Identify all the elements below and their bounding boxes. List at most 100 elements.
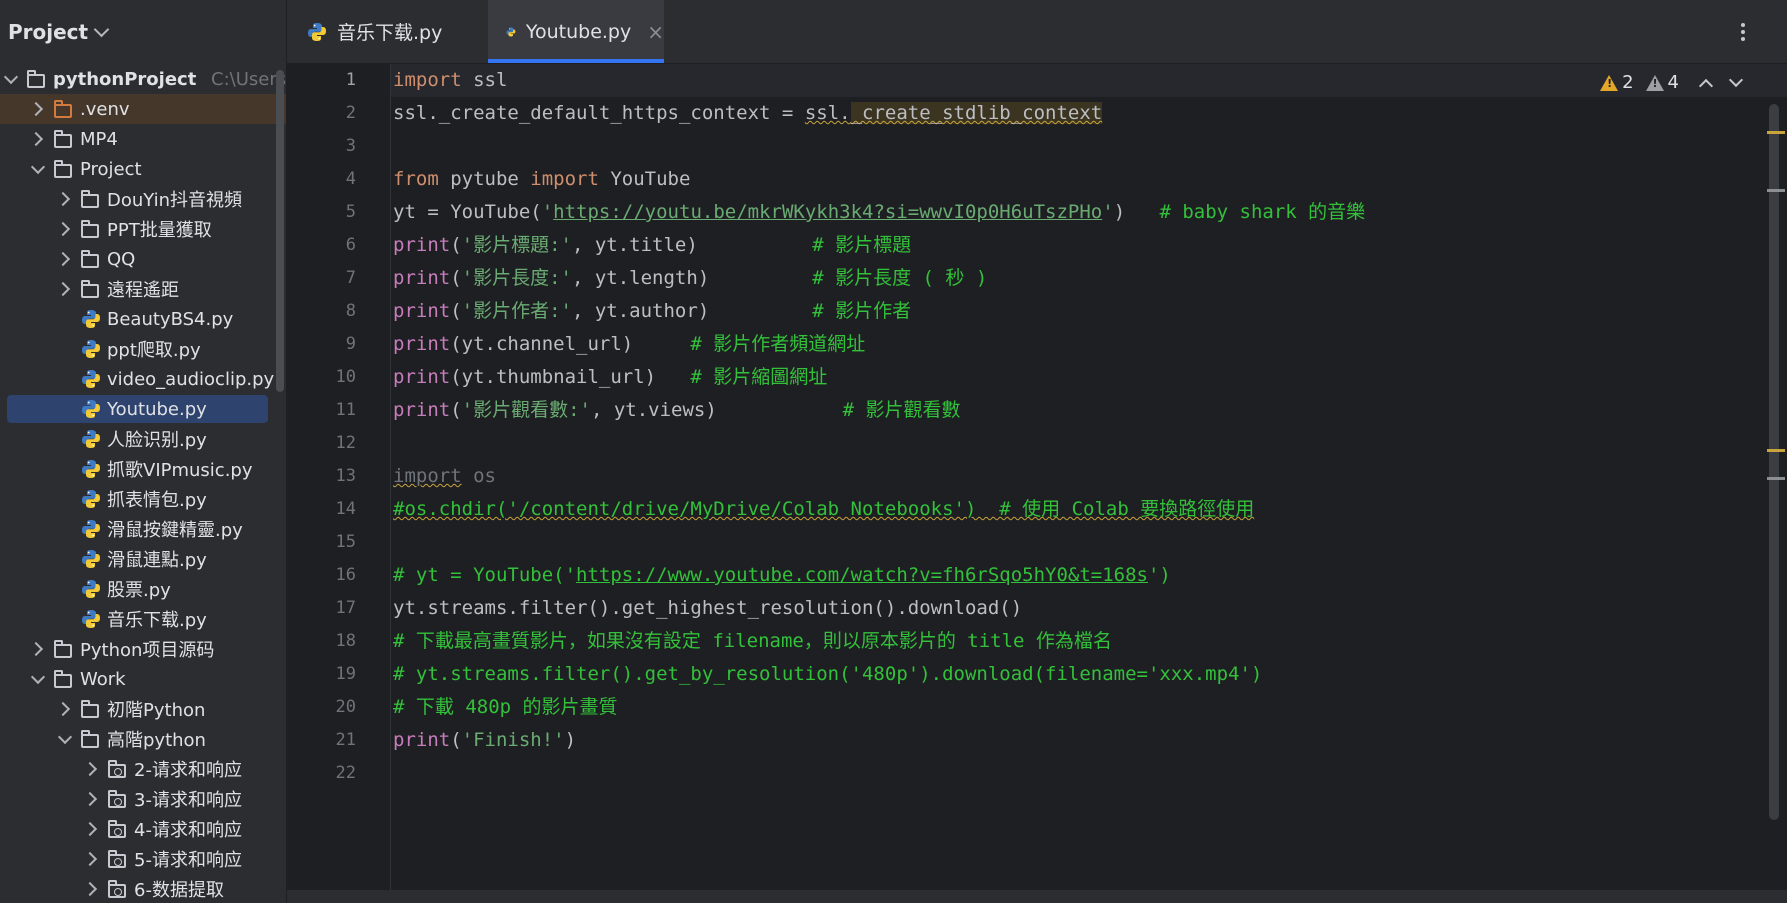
line-number[interactable]: 4 — [306, 169, 356, 189]
line-number[interactable]: 6 — [306, 235, 356, 255]
project-view-selector[interactable]: Project — [0, 0, 286, 64]
line-number[interactable]: 21 — [306, 730, 356, 750]
warning-marker[interactable] — [1767, 131, 1785, 134]
tree-item[interactable]: QQ — [0, 244, 286, 274]
close-tab-icon[interactable]: × — [647, 20, 664, 44]
code-line[interactable]: print('影片作者:', yt.author) # 影片作者 — [393, 295, 911, 328]
code-line[interactable]: print(yt.thumbnail_url) # 影片縮圖網址 — [393, 361, 827, 394]
code-line[interactable]: #os.chdir('/content/drive/MyDrive/Colab … — [393, 493, 1254, 526]
code-line[interactable]: ssl._create_default_https_context = ssl.… — [393, 97, 1103, 130]
line-number[interactable]: 22 — [306, 763, 356, 783]
tree-item[interactable]: BeautyBS4.py — [0, 304, 286, 334]
line-number[interactable]: 9 — [306, 334, 356, 354]
code-line[interactable]: # 下載 480p 的影片畫質 — [393, 691, 618, 724]
chevron-down-icon[interactable] — [57, 729, 73, 745]
line-number[interactable]: 17 — [306, 598, 356, 618]
inspection-widget[interactable]: 2 4 — [1600, 72, 1751, 93]
chevron-right-icon[interactable] — [55, 281, 71, 297]
tab-music-download[interactable]: 音乐下载.py — [307, 0, 442, 63]
tree-item[interactable]: 3-请求和响应 — [0, 784, 286, 814]
tree-item[interactable]: 初階Python — [0, 694, 286, 724]
chevron-right-icon[interactable] — [28, 641, 44, 657]
code-line[interactable]: yt = YouTube('https://youtu.be/mkrWKykh3… — [393, 196, 1365, 229]
line-number[interactable]: 8 — [306, 301, 356, 321]
editor-scrollbar[interactable] — [1769, 104, 1779, 820]
line-number[interactable]: 20 — [306, 697, 356, 717]
line-number[interactable]: 14 — [306, 499, 356, 519]
chevron-down-icon[interactable] — [30, 669, 46, 685]
tree-item[interactable]: PPT批量獲取 — [0, 214, 286, 244]
line-number[interactable]: 5 — [306, 202, 356, 222]
line-number[interactable]: 13 — [306, 466, 356, 486]
chevron-right-icon[interactable] — [82, 881, 98, 897]
line-number[interactable]: 18 — [306, 631, 356, 651]
line-number[interactable]: 10 — [306, 367, 356, 387]
tree-item[interactable]: 4-请求和响应 — [0, 814, 286, 844]
more-options-icon[interactable] — [1741, 20, 1747, 44]
tree-item[interactable]: 5-请求和响应 — [0, 844, 286, 874]
tree-item[interactable]: Project — [0, 154, 286, 184]
code-area[interactable]: import ssl ssl._create_default_https_cont… — [393, 64, 1663, 890]
chevron-right-icon[interactable] — [82, 821, 98, 837]
chevron-right-icon[interactable] — [82, 761, 98, 777]
tree-item[interactable]: 人脸识别.py — [0, 424, 286, 454]
line-number-gutter[interactable]: 1 2 3 4 5 6 7 8 9 10 11 12 13 14 15 16 17 18 19 20 21 22 — [287, 64, 391, 890]
chevron-right-icon[interactable] — [28, 131, 44, 147]
chevron-up-icon[interactable] — [1698, 78, 1714, 93]
code-line[interactable]: import ssl — [393, 64, 507, 97]
chevron-right-icon[interactable] — [28, 101, 44, 117]
chevron-down-icon[interactable] — [3, 69, 19, 85]
tree-item[interactable]: 高階python — [0, 724, 286, 754]
tree-item[interactable]: Youtube.py — [0, 394, 286, 424]
tree-item[interactable]: 抓歌VIPmusic.py — [0, 454, 286, 484]
tree-item[interactable]: DouYin抖音視頻 — [0, 184, 286, 214]
tree-item[interactable]: video_audioclip.py — [0, 364, 286, 394]
tree-item[interactable]: 抓表情包.py — [0, 484, 286, 514]
tree-item[interactable]: 6-数据提取 — [0, 874, 286, 903]
line-number[interactable]: 11 — [306, 400, 356, 420]
code-line[interactable]: print('影片標題:', yt.title) # 影片標題 — [393, 229, 911, 262]
line-number[interactable]: 15 — [306, 532, 356, 552]
tree-item[interactable]: Work — [0, 664, 286, 694]
line-number[interactable]: 2 — [306, 103, 356, 123]
tab-youtube[interactable]: Youtube.py × — [488, 0, 664, 63]
chevron-right-icon[interactable] — [55, 191, 71, 207]
code-line[interactable]: from pytube import YouTube — [393, 163, 690, 196]
horizontal-scrollbar[interactable] — [287, 890, 1787, 903]
tree-item[interactable]: Python项目源码 — [0, 634, 286, 664]
chevron-right-icon[interactable] — [55, 251, 71, 267]
tree-item[interactable]: 股票.py — [0, 574, 286, 604]
chevron-right-icon[interactable] — [55, 701, 71, 717]
code-line[interactable]: print(yt.channel_url) # 影片作者頻道網址 — [393, 328, 865, 361]
code-line[interactable]: print('Finish!') — [393, 724, 576, 757]
chevron-right-icon[interactable] — [55, 221, 71, 237]
line-number[interactable]: 19 — [306, 664, 356, 684]
code-line[interactable]: # yt.streams.filter().get_by_resolution(… — [393, 658, 1262, 691]
line-number[interactable]: 16 — [306, 565, 356, 585]
code-line[interactable]: # 下載最高畫質影片，如果沒有設定 filename，則以原本影片的 title… — [393, 625, 1112, 658]
code-line[interactable]: print('影片觀看數:', yt.views) # 影片觀看數 — [393, 394, 961, 427]
code-editor[interactable]: 1 2 3 4 5 6 7 8 9 10 11 12 13 14 15 16 17 18 19 20 21 22 impo… — [287, 64, 1787, 890]
code-line[interactable]: import os — [393, 460, 496, 493]
tree-item[interactable]: ppt爬取.py — [0, 334, 286, 364]
code-line[interactable]: print('影片長度:', yt.length) # 影片長度 ( 秒 ) — [393, 262, 987, 295]
weak-warning-marker[interactable] — [1767, 189, 1785, 192]
tree-item[interactable]: pythonProject C:\Users\ — [0, 64, 286, 94]
line-number[interactable]: 7 — [306, 268, 356, 288]
chevron-down-icon[interactable] — [1728, 72, 1744, 87]
sidebar-scrollbar[interactable] — [276, 70, 284, 392]
line-number[interactable]: 12 — [306, 433, 356, 453]
code-line[interactable]: yt.streams.filter().get_highest_resoluti… — [393, 592, 1022, 625]
line-number[interactable]: 1 — [306, 70, 356, 90]
tree-item[interactable]: 音乐下载.py — [0, 604, 286, 634]
chevron-right-icon[interactable] — [82, 851, 98, 867]
tree-item[interactable]: MP4 — [0, 124, 286, 154]
tree-item[interactable]: 2-请求和响应 — [0, 754, 286, 784]
tree-item[interactable]: .venv — [0, 94, 286, 124]
warning-marker[interactable] — [1767, 449, 1785, 452]
chevron-down-icon[interactable] — [30, 159, 46, 175]
tree-item[interactable]: 滑鼠連點.py — [0, 544, 286, 574]
chevron-right-icon[interactable] — [82, 791, 98, 807]
code-line[interactable]: # yt = YouTube('https://www.youtube.com/… — [393, 559, 1171, 592]
tree-item[interactable]: 滑鼠按鍵精靈.py — [0, 514, 286, 544]
